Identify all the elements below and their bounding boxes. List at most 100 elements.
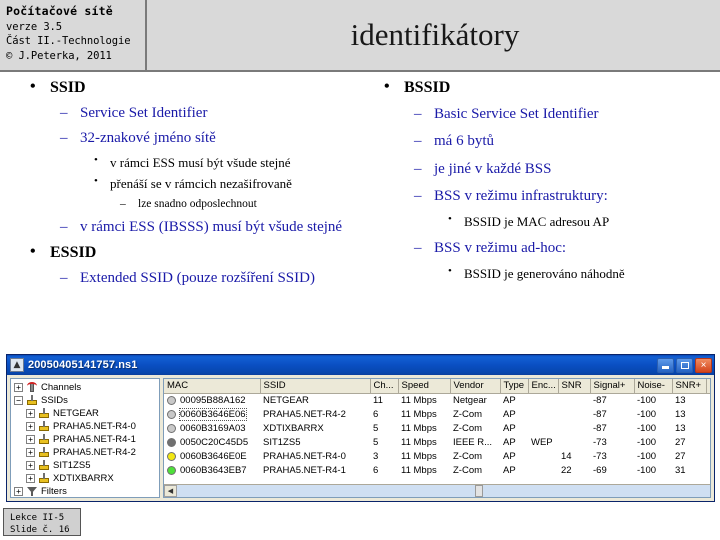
cell-vendor: Netgear	[453, 394, 487, 406]
column-header[interactable]: Type	[500, 379, 529, 394]
table-row[interactable]: 0060B3169A03 XDTIXBARRX 5 11 Mbps Z-Com AP -87…	[164, 421, 710, 435]
minimize-button[interactable]	[657, 357, 674, 373]
minimize-icon	[662, 366, 669, 369]
signal-status-icon	[167, 437, 176, 447]
ssid-icon	[38, 473, 50, 484]
tree-item-label: Channels	[41, 382, 82, 393]
cell-snrplus: 13	[675, 408, 686, 420]
tree-item[interactable]: + PRAHA5.NET-R4-2	[12, 446, 159, 459]
cell-snr: 22	[561, 464, 572, 476]
column-header[interactable]: SNR+	[672, 379, 707, 394]
tree-item-label: PRAHA5.NET-R4-0	[53, 421, 136, 432]
bullet-level-2: Service Set Identifier	[14, 104, 366, 123]
cell-ch: 5	[373, 436, 379, 448]
mac-address-label: 0050C20C45D5	[180, 436, 249, 448]
expand-icon[interactable]: +	[14, 383, 23, 392]
course-version: verze 3.5	[6, 20, 62, 33]
column-header[interactable]: SSID	[260, 379, 371, 394]
tree-pane[interactable]: + Channels − SSIDs + NETGEAR + PRAHA5.NET-R4-0 +…	[10, 378, 160, 498]
mac-address-label: 0060B3646E0E	[180, 450, 247, 462]
window-titlebar[interactable]: ▲ 20050405141757.ns1 ×	[7, 355, 714, 375]
collapse-icon[interactable]: −	[14, 396, 23, 405]
tree-item[interactable]: + PRAHA5.NET-R4-0	[12, 420, 159, 433]
table-row[interactable]: 0060B3646E06 PRAHA5.NET-R4-2 6 11 Mbps Z-Com…	[164, 407, 710, 421]
cell-snrplus: 13	[675, 394, 686, 406]
expand-icon[interactable]: +	[26, 461, 35, 470]
table-body: 00095B88A162 NETGEAR 11 11 Mbps Netgear AP -87…	[164, 393, 710, 477]
column-header[interactable]: Ch...	[370, 379, 399, 394]
cell-ch: 6	[373, 408, 379, 420]
expand-icon[interactable]: +	[26, 435, 35, 444]
cell-signal: -73	[593, 436, 607, 448]
column-header[interactable]: Noise-	[634, 379, 673, 394]
app-icon: ▲	[10, 358, 24, 372]
table-row[interactable]: 0060B3643EB7 PRAHA5.NET-R4-1 6 11 Mbps Z-Com…	[164, 463, 710, 477]
cell-enc: WEP	[531, 436, 553, 448]
cell-speed: 11 Mbps	[401, 450, 437, 462]
signal-status-icon	[167, 395, 176, 405]
bullet-level-2: BSS v režimu infrastruktury:	[368, 187, 718, 206]
tree-item-label: Filters	[41, 486, 67, 497]
table-row[interactable]: 0060B3646E0E PRAHA5.NET-R4-0 3 11 Mbps Z-Com…	[164, 449, 710, 463]
expand-icon[interactable]: +	[26, 409, 35, 418]
cell-snr	[558, 407, 590, 421]
signal-status-icon	[167, 409, 176, 419]
mac-address-label: 0060B3646E06	[179, 407, 247, 421]
bullet-level-3: v rámci ESS musí být všude stejné	[14, 154, 366, 171]
bullet-level-1: SSID	[14, 77, 366, 98]
cell-signal: -87	[593, 408, 607, 420]
bullet-level-2: BSS v režimu ad-hoc:	[368, 239, 718, 258]
tree-item[interactable]: + NETGEAR	[12, 407, 159, 420]
cell-mac: 0060B3643EB7	[164, 463, 260, 477]
cell-ip	[706, 393, 710, 407]
table-row[interactable]: 0050C20C45D5 SIT1ZS5 5 11 Mbps IEEE R... AP WE…	[164, 435, 710, 449]
maximize-button[interactable]	[676, 357, 693, 373]
ssid-icon	[38, 460, 50, 471]
scrollbar-thumb[interactable]	[475, 485, 484, 497]
table-row[interactable]: 00095B88A162 NETGEAR 11 11 Mbps Netgear AP -87…	[164, 393, 710, 407]
cell-vendor: IEEE R...	[453, 436, 493, 448]
cell-mac: 00095B88A162	[164, 393, 260, 407]
cell-enc	[528, 421, 558, 435]
horizontal-scrollbar[interactable]: ◀	[164, 484, 710, 497]
ssid-icon	[26, 395, 38, 406]
cell-enc	[528, 463, 558, 477]
window-title: 20050405141757.ns1	[28, 359, 138, 371]
course-title: Počítačové sítě	[6, 4, 113, 18]
expand-icon[interactable]: +	[14, 487, 23, 496]
signal-status-icon	[167, 423, 176, 433]
tree-item[interactable]: + PRAHA5.NET-R4-1	[12, 433, 159, 446]
bullet-level-3: BSSID je generováno náhodně	[368, 265, 718, 282]
ap-table-pane: MAC SSID Ch... Speed Vendor Type Enc... SNR Sign…	[163, 378, 711, 498]
tree-item[interactable]: − SSIDs	[12, 394, 159, 407]
tree-item[interactable]: + SIT1ZS5	[12, 459, 159, 472]
mac-address-label: 0060B3169A03	[180, 422, 246, 434]
slide-content: SSID Service Set Identifier 32-znakové jmé…	[0, 77, 720, 350]
expand-icon[interactable]: +	[26, 448, 35, 457]
expand-icon[interactable]: +	[26, 474, 35, 483]
column-header[interactable]: MAC	[164, 379, 261, 394]
cell-ch: 5	[373, 422, 379, 434]
close-button[interactable]: ×	[695, 357, 712, 373]
tree-item-label: PRAHA5.NET-R4-1	[53, 434, 136, 445]
scroll-left-arrow-icon[interactable]: ◀	[164, 485, 177, 497]
cell-signal: -87	[593, 422, 607, 434]
cell-snrplus: 27	[675, 450, 686, 462]
cell-speed: 11 Mbps	[401, 422, 437, 434]
column-header[interactable]: IP Addr	[706, 379, 710, 394]
column-header[interactable]: Vendor	[450, 379, 501, 394]
slide-header-band: Počítačové sítě verze 3.5 Část II.-Techn…	[0, 0, 720, 72]
tree-item[interactable]: + Filters	[12, 485, 159, 497]
column-header[interactable]: SNR	[558, 379, 591, 394]
scrollbar-track[interactable]	[177, 485, 710, 497]
cell-type: AP	[503, 436, 516, 448]
tree-item[interactable]: + XDTIXBARRX	[12, 472, 159, 485]
column-header[interactable]: Speed	[398, 379, 451, 394]
tree-item[interactable]: + Channels	[12, 381, 159, 394]
cell-noise: -100	[637, 408, 657, 420]
column-header[interactable]: Enc...	[528, 379, 559, 394]
column-header[interactable]: Signal+	[590, 379, 635, 394]
expand-icon[interactable]: +	[26, 422, 35, 431]
cell-ssid: PRAHA5.NET-R4-1	[263, 464, 346, 476]
cell-ip	[706, 463, 710, 477]
